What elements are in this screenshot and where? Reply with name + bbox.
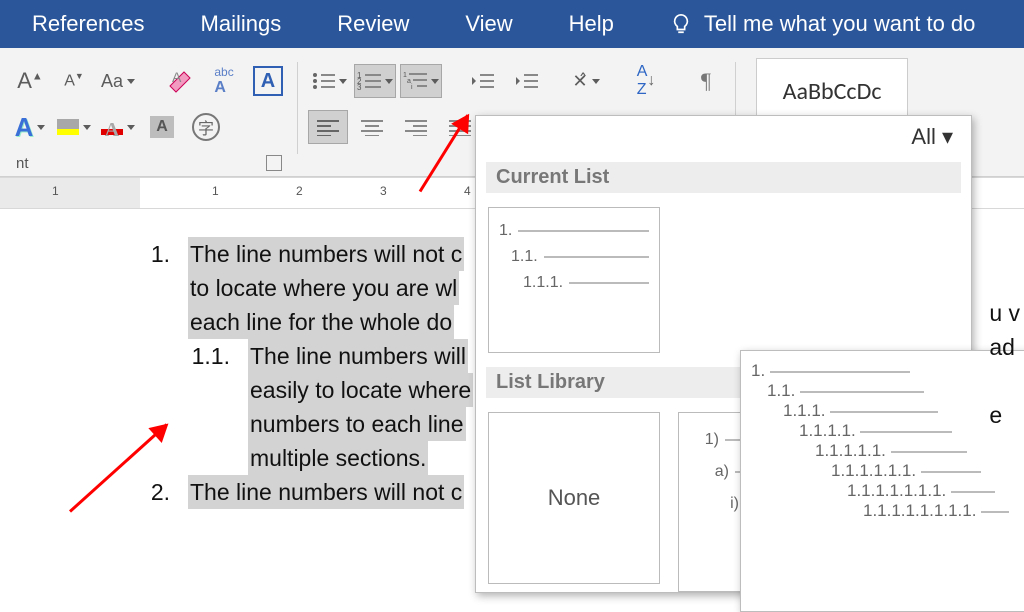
- clear-formatting-button[interactable]: A: [160, 64, 200, 98]
- list-number: [180, 407, 230, 441]
- highlight-color-button[interactable]: [54, 110, 94, 144]
- list-preview-tooltip: 1. 1.1. 1.1.1. 1.1.1.1. 1.1.1.1.1. 1.1.1…: [740, 350, 1024, 612]
- tab-review[interactable]: Review: [309, 11, 437, 37]
- bullets-button[interactable]: [308, 64, 350, 98]
- tooltip-level: 1.: [751, 361, 1024, 381]
- tooltip-level: 1.1.1.1.1.: [751, 441, 1024, 461]
- tooltip-level: 1.1.1.1.1.1.1.: [751, 481, 1024, 501]
- lightbulb-icon: [670, 13, 692, 35]
- align-center-button[interactable]: [352, 110, 392, 144]
- tooltip-level: 1.1.: [751, 381, 1024, 401]
- cutoff-text: u v ad e: [989, 296, 1020, 432]
- font-group-label: nt: [16, 155, 29, 172]
- tab-mailings[interactable]: Mailings: [173, 11, 310, 37]
- ruler-number: 4: [464, 184, 471, 198]
- list-line-text[interactable]: multiple sections.: [248, 441, 428, 475]
- list-line-text[interactable]: to locate where you are wl: [188, 271, 459, 305]
- character-shading-button[interactable]: A: [142, 110, 182, 144]
- tooltip-level: 1.1.1.1.: [751, 421, 1024, 441]
- tab-view[interactable]: View: [437, 11, 540, 37]
- enclose-characters-button[interactable]: 字: [186, 110, 226, 144]
- show-formatting-button[interactable]: ¶: [686, 64, 726, 98]
- highlight-icon: [57, 119, 79, 135]
- style-preview-text: AaBbCcDc: [783, 77, 882, 106]
- font-dialog-launcher[interactable]: [266, 155, 282, 171]
- svg-text:i: i: [411, 84, 413, 91]
- list-line-text[interactable]: The line numbers will not c: [188, 237, 464, 271]
- ruler-number: 3: [380, 184, 387, 198]
- ruler-number: 2: [296, 184, 303, 198]
- character-border-button[interactable]: A: [248, 64, 288, 98]
- svg-text:3: 3: [357, 83, 362, 91]
- list-number: 2.: [120, 475, 170, 509]
- numbering-button[interactable]: 123: [354, 64, 396, 98]
- list-line-text[interactable]: numbers to each line: [248, 407, 466, 441]
- list-line-text[interactable]: The line numbers will: [248, 339, 468, 373]
- list-number: 1.1.: [180, 339, 230, 373]
- align-right-button[interactable]: [396, 110, 436, 144]
- sort-button[interactable]: AZ↓: [626, 64, 666, 98]
- align-left-icon: [317, 118, 339, 136]
- tooltip-level: 1.1.1.1.1.1.: [751, 461, 1024, 481]
- list-number: [120, 305, 170, 339]
- tab-help[interactable]: Help: [541, 11, 642, 37]
- tooltip-level: 1.1.1.1.1.1.1.1.: [751, 501, 1024, 521]
- eraser-icon: A: [166, 68, 194, 94]
- tab-references[interactable]: References: [4, 11, 173, 37]
- outdent-icon: [470, 71, 494, 91]
- tooltip-level: 1.1.1.: [751, 401, 1024, 421]
- list-number: 1.: [120, 237, 170, 271]
- grow-font-button[interactable]: A▲: [10, 64, 50, 98]
- ruler-number: 1: [52, 184, 59, 198]
- tell-me-search[interactable]: Tell me what you want to do: [642, 11, 1003, 37]
- list-none-thumb[interactable]: None: [488, 412, 660, 584]
- text-effects-button[interactable]: A: [10, 110, 50, 144]
- increase-indent-button[interactable]: [506, 64, 546, 98]
- tell-me-label: Tell me what you want to do: [704, 11, 975, 37]
- pilcrow-icon: ¶: [701, 68, 711, 94]
- align-center-icon: [361, 118, 383, 136]
- list-line-text[interactable]: each line for the whole do: [188, 305, 454, 339]
- list-filter-button[interactable]: All ▾: [911, 124, 953, 150]
- phonetic-guide-button[interactable]: abcA: [204, 64, 244, 98]
- list-line-text[interactable]: easily to locate where: [248, 373, 473, 407]
- shrink-font-button[interactable]: A▼: [54, 64, 94, 98]
- multilevel-icon: 1ai: [403, 71, 427, 91]
- numbering-icon: 123: [357, 71, 381, 91]
- list-line-text[interactable]: The line numbers will not c: [188, 475, 464, 509]
- align-left-button[interactable]: [308, 110, 348, 144]
- current-list-header: Current List: [486, 162, 961, 193]
- decrease-indent-button[interactable]: [462, 64, 502, 98]
- font-color-icon: A: [101, 119, 123, 135]
- bullets-icon: [311, 71, 335, 91]
- change-case-button[interactable]: Aa: [98, 64, 138, 98]
- asian-layout-button[interactable]: ✕̂: [566, 64, 606, 98]
- multilevel-list-button[interactable]: 1ai: [400, 64, 442, 98]
- ribbon-tabs: References Mailings Review View Help Tel…: [0, 0, 1024, 48]
- list-number: [180, 373, 230, 407]
- font-group: A▲ A▼ Aa A abcA A A A A 字 nt: [0, 58, 298, 176]
- ruler-number: 1: [212, 184, 219, 198]
- list-number: [180, 441, 230, 475]
- font-color-button[interactable]: A: [98, 110, 138, 144]
- current-list-thumb[interactable]: 1. 1.1. 1.1.1.: [488, 207, 660, 353]
- align-right-icon: [405, 118, 427, 136]
- indent-icon: [514, 71, 538, 91]
- list-number: [120, 271, 170, 305]
- svg-text:A: A: [172, 69, 182, 85]
